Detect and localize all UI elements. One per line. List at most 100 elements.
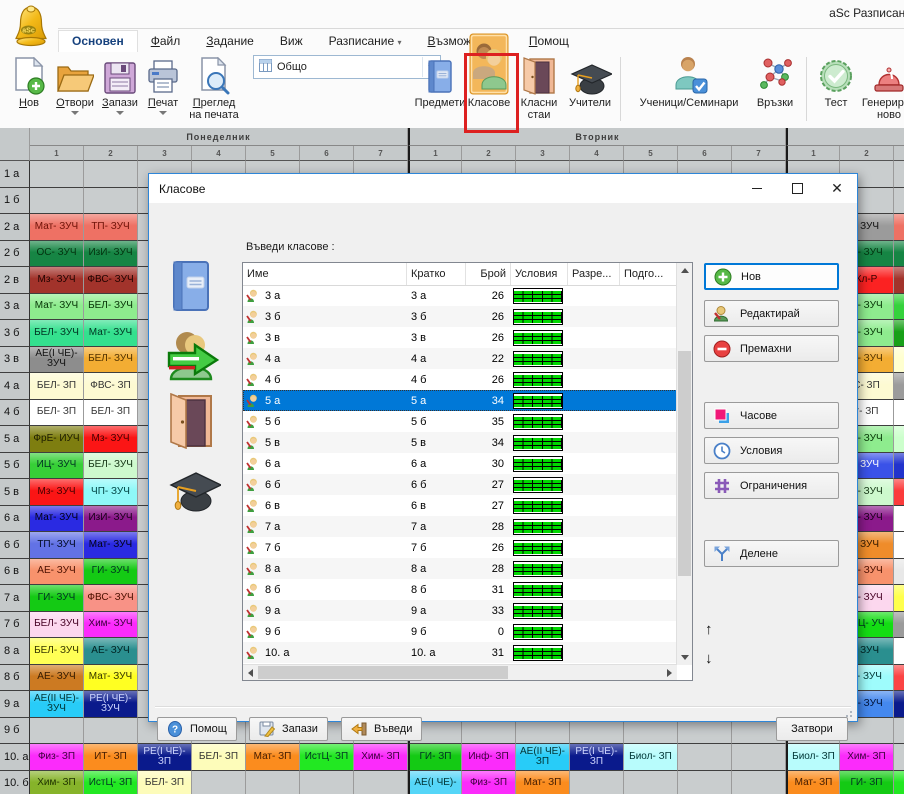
rail-subjects-book-icon[interactable] [165, 259, 217, 318]
horizontal-scroll-thumb[interactable] [258, 666, 508, 679]
timetable-cell[interactable] [300, 771, 354, 794]
menu-tab-3[interactable]: Задание [193, 31, 267, 52]
timetable-cell[interactable] [678, 771, 732, 794]
division-button[interactable]: Делене [704, 540, 839, 567]
scroll-left-button[interactable] [243, 665, 258, 680]
scroll-up-button[interactable] [677, 263, 692, 278]
timetable-cell[interactable]: ТП- ЗУЧ [84, 214, 138, 241]
timetable-row-label[interactable]: 1 б [0, 188, 30, 215]
timetable-cell[interactable]: Мат- ЗП [516, 771, 570, 794]
print-button[interactable]: Печат [142, 55, 184, 115]
save-button[interactable]: Запази [249, 717, 328, 741]
generate-new-button[interactable]: Генерирай ново [858, 55, 904, 121]
timetable-cell[interactable]: И [894, 638, 904, 665]
save-file-button[interactable]: Запази [98, 55, 142, 115]
students-seminars-button[interactable]: Ученици/Семинари [628, 55, 750, 109]
timetable-cell[interactable] [30, 188, 84, 215]
timetable-row-label[interactable]: 1 а [0, 161, 30, 188]
timetable-cell[interactable] [732, 771, 786, 794]
timetable-row-label[interactable]: 2 б [0, 241, 30, 268]
timetable-cell[interactable] [246, 771, 300, 794]
timetable-row-label[interactable]: 3 б [0, 320, 30, 347]
timetable-cell[interactable]: Ф [894, 506, 904, 533]
print-preview-button[interactable]: Преглед на печата [186, 55, 242, 121]
timetable-row-label[interactable]: 9 б [0, 718, 30, 745]
timetable-row-label[interactable]: 10. а [0, 744, 30, 771]
rail-teachers-cap-icon[interactable] [165, 465, 217, 520]
timetable-cell[interactable]: Мз- ЗУЧ [30, 267, 84, 294]
class-row-5-а[interactable]: 5 а5 а34 [243, 390, 677, 411]
timetable-cell[interactable]: АЕ- ЗУЧ [30, 665, 84, 692]
class-row-4-б[interactable]: 4 б4 б26 [243, 369, 677, 390]
timetable-cell[interactable]: АЕ- ЗУЧ [84, 638, 138, 665]
class-row-10-а[interactable]: 10. а10. а31 [243, 642, 677, 663]
print-dropdown-arrow-icon[interactable] [159, 111, 167, 115]
class-row-7-а[interactable]: 7 а7 а28 [243, 516, 677, 537]
timetable-cell[interactable]: М [894, 665, 904, 692]
timetable-cell[interactable]: Мат- ЗП [786, 771, 840, 794]
class-row-3-а[interactable]: 3 а3 а26 [243, 285, 677, 306]
timetable-cell[interactable] [570, 771, 624, 794]
vertical-scrollbar[interactable] [676, 263, 692, 665]
timetable-cell[interactable] [894, 744, 904, 771]
timetable-cell[interactable] [894, 718, 904, 745]
column-header-3[interactable]: Брой [466, 263, 511, 285]
class-row-6-б[interactable]: 6 б6 б27 [243, 474, 677, 495]
timetable-cell[interactable]: ИзИ- ЗУЧ [84, 506, 138, 533]
timetable-cell[interactable] [84, 188, 138, 215]
help-button[interactable]: ? Помощ [157, 717, 237, 741]
timetable-row-label[interactable]: 8 б [0, 665, 30, 692]
timetable-cell[interactable]: АЕ(I ЧЕ)- [408, 771, 462, 794]
test-button[interactable]: Тест [814, 55, 858, 109]
timetable-cell[interactable] [30, 718, 84, 745]
class-row-5-б[interactable]: 5 б5 б35 [243, 411, 677, 432]
timetable-cell[interactable]: Б [894, 214, 904, 241]
rail-classes-export-icon[interactable] [165, 327, 217, 390]
timetable-cell[interactable]: Мат- ЗУЧ [84, 665, 138, 692]
lessons-button[interactable]: Часове [704, 402, 839, 429]
timetable-cell[interactable]: ГИ- ЗУЧ [30, 585, 84, 612]
timetable-cell[interactable]: Биол- ЗП [624, 744, 678, 771]
timetable-cell[interactable]: И [894, 771, 904, 794]
timetable-row-label[interactable]: 10. б [0, 771, 30, 794]
timetable-cell[interactable]: ЧП- ЗУЧ [84, 479, 138, 506]
timetable-cell[interactable]: БЕЛ- ЗУЧ [84, 347, 138, 374]
timetable-cell[interactable]: АЕ(II ЧЕ)- ЗП [516, 744, 570, 771]
timetable-cell[interactable]: Физ- ЗП [30, 744, 84, 771]
new-file-button[interactable]: Нов [8, 55, 50, 109]
move-up-arrow[interactable]: ↑ [705, 621, 713, 638]
timetable-cell[interactable]: Биол- ЗП [786, 744, 840, 771]
close-dialog-button[interactable]: Затвори [776, 717, 848, 741]
timetable-cell[interactable]: ИзИ- ЗУЧ [84, 241, 138, 268]
timetable-cell[interactable]: РЕ(I ЧЕ)- ЗУЧ [84, 691, 138, 718]
open-file-button[interactable]: Отвори [52, 55, 98, 115]
timetable-cell[interactable]: ИстЦ- ЗП [84, 771, 138, 794]
view-combobox[interactable]: Общо [253, 55, 441, 79]
timetable-cell[interactable]: А [894, 559, 904, 586]
timetable-cell[interactable]: Хим- ЗУЧ [84, 612, 138, 639]
timetable-cell[interactable]: ГИ- ЗП [408, 744, 462, 771]
timetable-cell[interactable]: РЕ(I ЧЕ)- ЗП [570, 744, 624, 771]
timetable-cell[interactable]: БЕЛ- ЗП [30, 373, 84, 400]
timetable-cell[interactable]: Д [894, 320, 904, 347]
timetable-row-label[interactable]: 5 а [0, 426, 30, 453]
subjects-button[interactable]: Предмети [414, 55, 466, 109]
timetable-cell[interactable] [354, 771, 408, 794]
timetable-cell[interactable]: Б [894, 426, 904, 453]
timetable-row-label[interactable]: 6 а [0, 506, 30, 533]
menu-tab-5[interactable]: Разписание ▾ [316, 31, 415, 52]
timetable-cell[interactable]: Мат- ЗУЧ [30, 214, 84, 241]
classes-button[interactable]: Класове [466, 55, 512, 109]
timetable-cell[interactable]: Инф- ЗП [462, 744, 516, 771]
vertical-scroll-thumb[interactable] [678, 351, 691, 576]
timetable-cell[interactable]: Б [894, 241, 904, 268]
timetable-cell[interactable]: ТП- ЗУЧ [30, 532, 84, 559]
timetable-cell[interactable]: ИЦ- ЗУЧ [30, 453, 84, 480]
class-row-8-б[interactable]: 8 б8 б31 [243, 579, 677, 600]
import-button[interactable]: Въведи [341, 717, 422, 741]
timetable-cell[interactable]: М [894, 294, 904, 321]
timetable-cell[interactable]: БЕЛ- ЗП [192, 744, 246, 771]
timetable-cell[interactable]: БЕЛ- ЗУЧ [84, 453, 138, 480]
column-header-4[interactable]: Условия [511, 263, 568, 285]
timetable-cell[interactable] [894, 188, 904, 215]
